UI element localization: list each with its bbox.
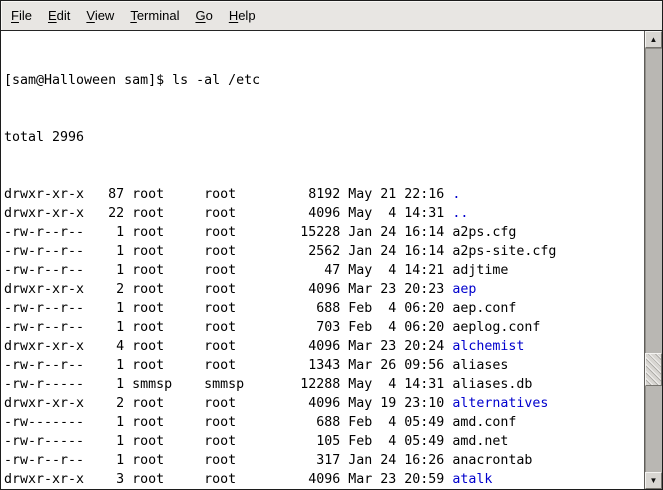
total-line: total 2996 bbox=[4, 128, 644, 147]
file-meta: -rw-r--r-- 1 root root 2562 Jan 24 16:14 bbox=[4, 244, 452, 259]
file-row: drwxr-xr-x 2 root root 4096 Mar 23 20:23… bbox=[4, 280, 644, 299]
file-name: . bbox=[452, 187, 460, 202]
scrollbar-track[interactable] bbox=[645, 48, 662, 472]
file-meta: -rw-r--r-- 1 root root 703 Feb 4 06:20 bbox=[4, 320, 452, 335]
file-name: anacrontab bbox=[452, 453, 532, 468]
file-meta: -rw-r--r-- 1 root root 47 May 4 14:21 bbox=[4, 263, 452, 278]
file-meta: drwxr-xr-x 2 root root 4096 Mar 23 20:23 bbox=[4, 282, 452, 297]
file-name: .. bbox=[452, 206, 468, 221]
terminal-output[interactable]: [sam@Halloween sam]$ ls -al /etc total 2… bbox=[1, 31, 645, 489]
file-meta: drwxr-xr-x 87 root root 8192 May 21 22:1… bbox=[4, 187, 452, 202]
menu-go[interactable]: Go bbox=[187, 5, 220, 26]
file-name: aep bbox=[452, 282, 476, 297]
file-name: amd.net bbox=[452, 434, 508, 449]
file-row: -rw-r--r-- 1 root root 703 Feb 4 06:20 a… bbox=[4, 318, 644, 337]
file-row: -rw-r----- 1 root root 105 Feb 4 05:49 a… bbox=[4, 432, 644, 451]
file-meta: drwxr-xr-x 22 root root 4096 May 4 14:31 bbox=[4, 206, 452, 221]
menu-edit[interactable]: Edit bbox=[40, 5, 78, 26]
file-name: alchemist bbox=[452, 339, 524, 354]
file-row: -rw-r--r-- 1 root root 317 Jan 24 16:26 … bbox=[4, 451, 644, 470]
file-meta: drwxr-xr-x 2 root root 4096 May 19 23:10 bbox=[4, 396, 452, 411]
menu-view[interactable]: View bbox=[78, 5, 122, 26]
terminal-content-area: [sam@Halloween sam]$ ls -al /etc total 2… bbox=[1, 31, 662, 489]
shell-prompt: [sam@Halloween sam]$ bbox=[4, 73, 172, 88]
file-name: adjtime bbox=[452, 263, 508, 278]
menu-file[interactable]: File bbox=[3, 5, 40, 26]
menu-bar: FileEditViewTerminalGoHelp bbox=[1, 1, 662, 31]
file-meta: drwxr-xr-x 3 root root 4096 Mar 23 20:59 bbox=[4, 472, 452, 487]
down-arrow-icon: ▼ bbox=[650, 477, 658, 485]
file-row: -rw-r--r-- 1 root root 688 Feb 4 06:20 a… bbox=[4, 299, 644, 318]
file-row: drwxr-xr-x 3 root root 4096 Mar 23 20:59… bbox=[4, 470, 644, 489]
file-row: drwxr-xr-x 87 root root 8192 May 21 22:1… bbox=[4, 185, 644, 204]
file-meta: -rw-r--r-- 1 root root 688 Feb 4 06:20 bbox=[4, 301, 452, 316]
file-row: drwxr-xr-x 4 root root 4096 Mar 23 20:24… bbox=[4, 337, 644, 356]
file-row: -rw-r--r-- 1 root root 15228 Jan 24 16:1… bbox=[4, 223, 644, 242]
file-name: a2ps-site.cfg bbox=[452, 244, 556, 259]
scrollbar[interactable]: ▲ ▼ bbox=[645, 31, 662, 489]
file-row: -rw-r--r-- 1 root root 1343 Mar 26 09:56… bbox=[4, 356, 644, 375]
scroll-down-button[interactable]: ▼ bbox=[645, 472, 662, 489]
shell-command: ls -al /etc bbox=[172, 73, 260, 88]
prompt-line: [sam@Halloween sam]$ ls -al /etc bbox=[4, 71, 644, 90]
file-name: aliases.db bbox=[452, 377, 532, 392]
file-meta: -rw-r----- 1 smmsp smmsp 12288 May 4 14:… bbox=[4, 377, 452, 392]
file-name: a2ps.cfg bbox=[452, 225, 516, 240]
file-name: aep.conf bbox=[452, 301, 516, 316]
file-row: drwxr-xr-x 22 root root 4096 May 4 14:31… bbox=[4, 204, 644, 223]
file-row: -rw-r----- 1 smmsp smmsp 12288 May 4 14:… bbox=[4, 375, 644, 394]
file-meta: -rw-r--r-- 1 root root 1343 Mar 26 09:56 bbox=[4, 358, 452, 373]
file-name: amd.conf bbox=[452, 415, 516, 430]
file-meta: -rw-r--r-- 1 root root 317 Jan 24 16:26 bbox=[4, 453, 452, 468]
file-meta: -rw-r----- 1 root root 105 Feb 4 05:49 bbox=[4, 434, 452, 449]
up-arrow-icon: ▲ bbox=[650, 36, 658, 44]
file-meta: -rw-r--r-- 1 root root 15228 Jan 24 16:1… bbox=[4, 225, 452, 240]
file-meta: drwxr-xr-x 4 root root 4096 Mar 23 20:24 bbox=[4, 339, 452, 354]
file-name: atalk bbox=[452, 472, 492, 487]
scrollbar-thumb[interactable] bbox=[645, 353, 662, 386]
file-row: drwxr-xr-x 2 root root 4096 May 19 23:10… bbox=[4, 394, 644, 413]
menu-help[interactable]: Help bbox=[221, 5, 264, 26]
file-meta: -rw------- 1 root root 688 Feb 4 05:49 bbox=[4, 415, 452, 430]
terminal-window: FileEditViewTerminalGoHelp [sam@Hallowee… bbox=[0, 0, 663, 490]
file-name: alternatives bbox=[452, 396, 548, 411]
file-name: aeplog.conf bbox=[452, 320, 540, 335]
menu-terminal[interactable]: Terminal bbox=[122, 5, 187, 26]
file-name: aliases bbox=[452, 358, 508, 373]
scroll-up-button[interactable]: ▲ bbox=[645, 31, 662, 48]
file-row: -rw------- 1 root root 688 Feb 4 05:49 a… bbox=[4, 413, 644, 432]
file-listing: drwxr-xr-x 87 root root 8192 May 21 22:1… bbox=[4, 185, 644, 489]
file-row: -rw-r--r-- 1 root root 2562 Jan 24 16:14… bbox=[4, 242, 644, 261]
file-row: -rw-r--r-- 1 root root 47 May 4 14:21 ad… bbox=[4, 261, 644, 280]
